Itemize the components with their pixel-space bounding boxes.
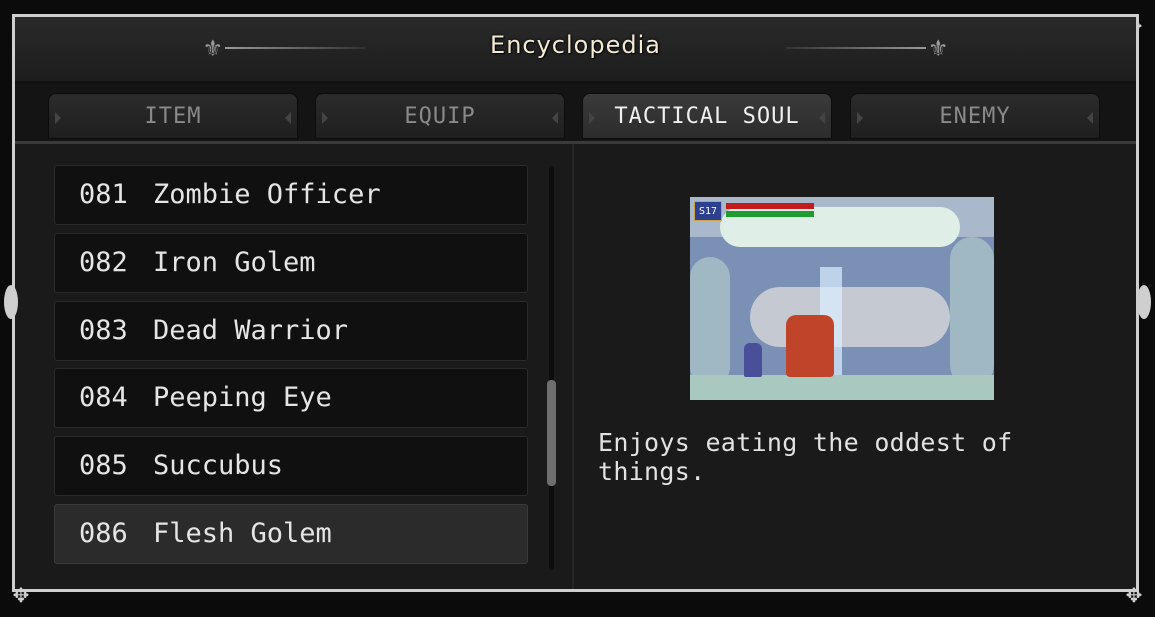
- flesh-golem-sprite: [786, 315, 834, 377]
- enemy-preview-image: S17: [690, 197, 994, 400]
- tab-equip[interactable]: EQUIP: [315, 93, 565, 139]
- tab-right-arrow-icon: [1087, 112, 1093, 124]
- entry-number: 082: [79, 246, 128, 278]
- entry-number: 085: [79, 450, 128, 482]
- entry-name: Iron Golem: [153, 246, 316, 278]
- entry-name: Zombie Officer: [153, 179, 381, 210]
- hud-hp-bar: [726, 203, 814, 209]
- soul-list: 081 Zombie Officer 082 Iron Golem 083 De…: [54, 165, 528, 572]
- entry-name: Succubus: [153, 450, 284, 482]
- fleur-de-lis-icon: ⚜: [930, 33, 946, 63]
- entry-number: 081: [79, 179, 128, 210]
- tab-bar: ITEM EQUIP TACTICAL SOUL ENEMY: [15, 83, 1136, 141]
- game-hud: S17: [694, 201, 822, 223]
- entry-name: Peeping Eye: [153, 382, 332, 414]
- tab-left-arrow-icon: [857, 112, 863, 124]
- entry-number: 083: [79, 314, 128, 346]
- tab-left-arrow-icon: [322, 112, 328, 124]
- ice-rock: [950, 237, 994, 387]
- header: ⚜ Encyclopedia ⚜: [15, 17, 1136, 83]
- tab-enemy[interactable]: ENEMY: [850, 93, 1100, 139]
- page-title: Encyclopedia: [490, 31, 661, 59]
- list-item-selected[interactable]: 086 Flesh Golem: [54, 503, 528, 564]
- tab-right-arrow-icon: [552, 112, 558, 124]
- tab-item[interactable]: ITEM: [48, 93, 298, 139]
- tab-label: TACTICAL SOUL: [614, 104, 800, 129]
- list-item[interactable]: 084 Peeping Eye: [54, 368, 528, 429]
- entry-name: Dead Warrior: [153, 314, 349, 346]
- ice-rock: [690, 257, 730, 387]
- side-ornament-icon: [4, 285, 18, 319]
- hud-mp-bar: [726, 211, 814, 217]
- title-divider: [786, 47, 926, 49]
- tab-tactical-soul[interactable]: TACTICAL SOUL: [582, 93, 832, 139]
- side-ornament-icon: [1137, 285, 1151, 319]
- list-item[interactable]: 082 Iron Golem: [54, 232, 528, 293]
- entry-number: 086: [79, 517, 128, 549]
- cave-floor: [690, 375, 994, 400]
- panel-divider: [572, 144, 574, 589]
- tab-underline: [15, 141, 1136, 144]
- list-item[interactable]: 085 Succubus: [54, 436, 528, 497]
- hud-mp-counter: S17: [694, 201, 722, 221]
- corner-ornament-icon: ✥: [13, 579, 29, 609]
- list-item[interactable]: 083 Dead Warrior: [54, 300, 528, 361]
- tab-right-arrow-icon: [285, 112, 291, 124]
- scrollbar-thumb[interactable]: [547, 380, 556, 486]
- tab-left-arrow-icon: [589, 112, 595, 124]
- corner-ornament-icon: ✥: [1126, 579, 1142, 609]
- player-sprite: [744, 343, 762, 377]
- entry-number: 084: [79, 382, 128, 414]
- enemy-description: Enjoys eating the oddest of things.: [598, 428, 1013, 486]
- tab-label: ITEM: [144, 104, 202, 129]
- list-item[interactable]: 081 Zombie Officer: [54, 165, 528, 225]
- background-cloud: [750, 287, 950, 347]
- tab-right-arrow-icon: [819, 112, 825, 124]
- tab-left-arrow-icon: [55, 112, 61, 124]
- tab-label: ENEMY: [939, 104, 1011, 129]
- scrollbar-track[interactable]: [549, 166, 554, 570]
- entry-name: Flesh Golem: [153, 517, 332, 549]
- tab-label: EQUIP: [404, 104, 476, 129]
